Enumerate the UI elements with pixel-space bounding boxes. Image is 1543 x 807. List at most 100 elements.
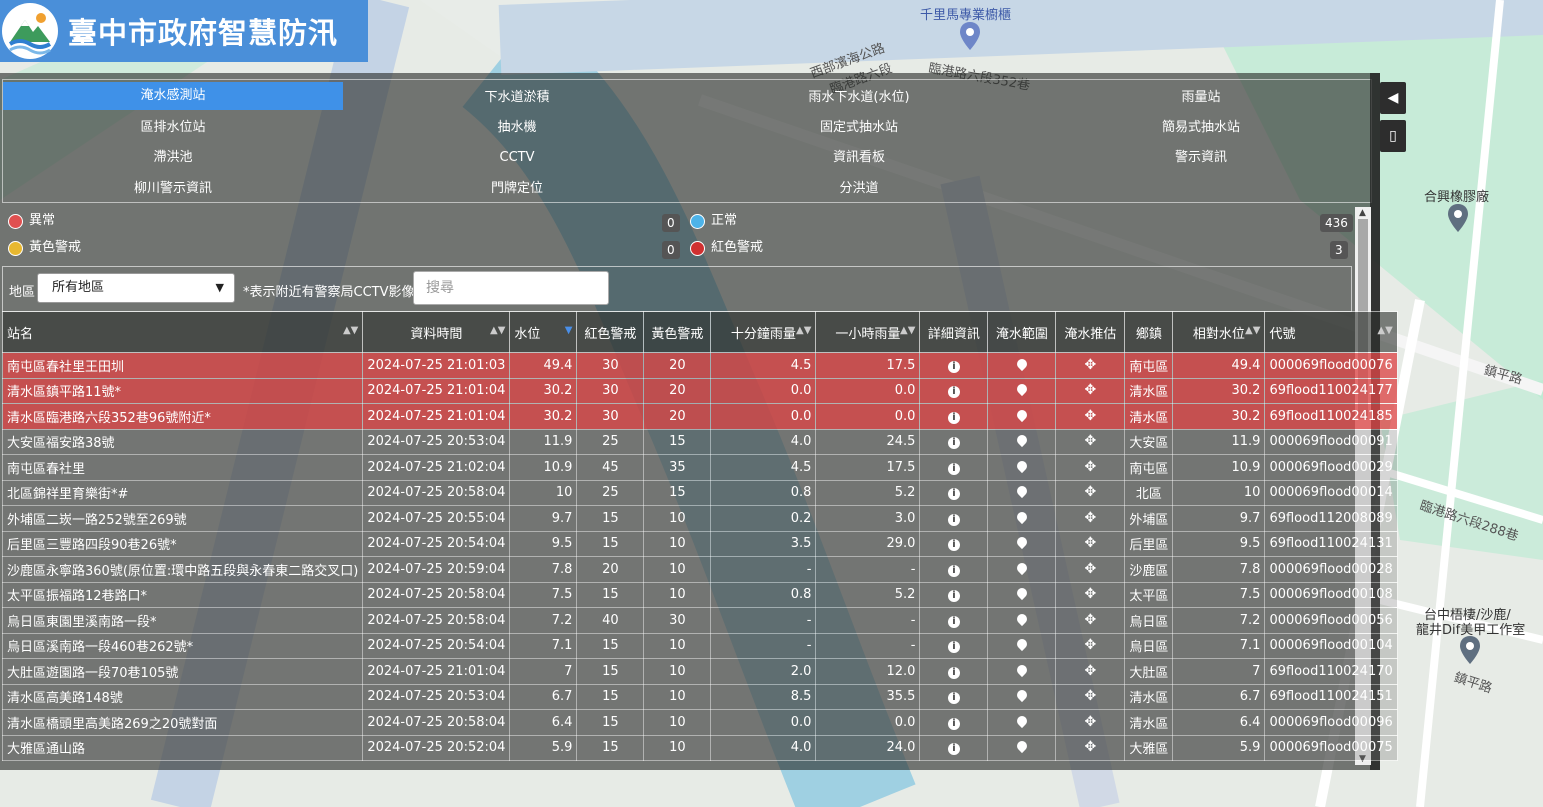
map-pin-icon[interactable] (1014, 637, 1029, 652)
flood-estimate-cell[interactable]: ✥ (1055, 709, 1126, 736)
collapse-panel-button[interactable]: ◀ (1380, 82, 1406, 114)
info-icon[interactable]: i (947, 590, 960, 603)
flood-estimate-cell[interactable]: ✥ (1055, 505, 1126, 532)
flood-estimate-cell[interactable]: ✥ (1055, 352, 1126, 379)
legend-abnormal[interactable]: 異常 (2, 210, 55, 232)
map-pin-icon[interactable] (1014, 586, 1029, 601)
category-info-board[interactable]: 資訊看板 (689, 144, 1029, 172)
info-icon[interactable]: i (947, 462, 960, 475)
legend-red-alert[interactable]: 紅色警戒 (684, 237, 763, 259)
move-arrows-icon[interactable]: ✥ (1085, 740, 1097, 754)
map-pin-icon[interactable] (1014, 356, 1029, 371)
move-arrows-icon[interactable]: ✥ (1085, 383, 1097, 397)
location-pin-icon[interactable] (960, 22, 980, 50)
move-arrows-icon[interactable]: ✥ (1085, 511, 1097, 525)
info-icon[interactable]: i (947, 564, 960, 577)
detail-cell[interactable]: i (919, 403, 989, 430)
station-name-cell[interactable]: 北區錦祥里育樂街*# (1, 479, 364, 506)
detail-cell[interactable]: i (919, 428, 989, 455)
detail-cell[interactable]: i (919, 734, 989, 761)
flood-range-cell[interactable] (987, 556, 1057, 583)
legend-normal[interactable]: 正常 (684, 210, 737, 232)
station-name-cell[interactable]: 大安區福安路38號 (1, 428, 364, 455)
col-rain-1hr[interactable]: 一小時雨量 ▲▼ (815, 311, 921, 353)
detail-cell[interactable]: i (919, 683, 989, 710)
detail-cell[interactable]: i (919, 632, 989, 659)
map-pin-icon[interactable] (1448, 204, 1468, 232)
flood-estimate-cell[interactable]: ✥ (1055, 632, 1126, 659)
flood-range-cell[interactable] (987, 658, 1057, 685)
col-rain-10min[interactable]: 十分鐘雨量 ▲▼ (710, 311, 817, 353)
flood-range-cell[interactable] (987, 479, 1057, 506)
detail-cell[interactable]: i (919, 454, 989, 481)
table-row[interactable]: 后里區三豐路四段90巷26號* 2024-07-25 20:54:04 9.5 15 1… (1, 530, 1398, 557)
col-time[interactable]: 資料時間 ▲▼ (362, 311, 511, 353)
table-row[interactable]: 清水區鎮平路11號* 2024-07-25 21:01:04 30.2 30 20 0.0… (1, 377, 1398, 404)
search-input[interactable]: 搜尋 (413, 271, 609, 305)
legend-yellow-alert[interactable]: 黃色警戒 (2, 237, 81, 259)
table-row[interactable]: 沙鹿區永寧路360號(原位置:環中路五段與永春東二路交叉口) 2024-07-25… (1, 556, 1398, 583)
col-relative-level[interactable]: 相對水位 ▲▼ (1172, 311, 1266, 353)
detail-cell[interactable]: i (919, 658, 989, 685)
move-arrows-icon[interactable]: ✥ (1085, 409, 1097, 423)
move-arrows-icon[interactable]: ✥ (1085, 485, 1097, 499)
station-name-cell[interactable]: 清水區高美路148號 (1, 683, 364, 710)
move-arrows-icon[interactable]: ✥ (1085, 460, 1097, 474)
table-row[interactable]: 烏日區東園里溪南路一段* 2024-07-25 20:58:04 7.2 40 30- -… (1, 607, 1398, 634)
station-name-cell[interactable]: 外埔區二崁一路252號至269號 (1, 505, 364, 532)
station-name-cell[interactable]: 清水區橋頭里高美路269之20號對面 (1, 709, 364, 736)
map-pin-icon[interactable] (1014, 688, 1029, 703)
table-row[interactable]: 北區錦祥里育樂街*# 2024-07-25 20:58:04 10 25 15 0.8 5.… (1, 479, 1398, 506)
info-icon[interactable]: i (947, 437, 960, 450)
flood-range-cell[interactable] (987, 607, 1057, 634)
map-pin-icon[interactable] (1014, 560, 1029, 575)
flood-estimate-cell[interactable]: ✥ (1055, 734, 1126, 761)
category-address-locate[interactable]: 門牌定位 (347, 175, 687, 203)
category-drainage-level[interactable]: 區排水位站 (3, 114, 343, 142)
table-row[interactable]: 清水區高美路148號 2024-07-25 20:53:04 6.7 15 10 8.5 3… (1, 683, 1398, 710)
category-pump[interactable]: 抽水機 (347, 114, 687, 142)
info-icon[interactable]: i (947, 513, 960, 526)
station-name-cell[interactable]: 大雅區通山路 (1, 734, 364, 761)
table-row[interactable]: 南屯區春社里王田圳 2024-07-25 21:01:03 49.4 30 20 4.5 1… (1, 352, 1398, 379)
table-row[interactable]: 烏日區溪南路一段460巷262號* 2024-07-25 20:54:04 7.1 1… (1, 632, 1398, 659)
info-icon[interactable]: i (947, 360, 960, 373)
flood-estimate-cell[interactable]: ✥ (1055, 683, 1126, 710)
category-storm-sewer-level[interactable]: 雨水下水道(水位) (689, 84, 1029, 112)
station-name-cell[interactable]: 清水區臨港路六段352巷96號附近* (1, 403, 364, 430)
category-simple-pump-station[interactable]: 簡易式抽水站 (1031, 114, 1371, 142)
flood-range-cell[interactable] (987, 683, 1057, 710)
move-arrows-icon[interactable]: ✥ (1085, 587, 1097, 601)
col-station-name[interactable]: 站名 ▲▼ (1, 311, 364, 353)
table-row[interactable]: 清水區橋頭里高美路269之20號對面 2024-07-25 20:58:04 6.4… (1, 709, 1398, 736)
flood-estimate-cell[interactable]: ✥ (1055, 377, 1126, 404)
info-icon[interactable]: i (947, 692, 960, 705)
map-pin-icon[interactable] (1014, 611, 1029, 626)
category-flood-diversion[interactable]: 分洪道 (689, 175, 1029, 203)
district-select[interactable]: 所有地區 ▼ (37, 273, 235, 303)
flood-range-cell[interactable] (987, 454, 1057, 481)
map-pin-icon[interactable] (1014, 535, 1029, 550)
detail-cell[interactable]: i (919, 709, 989, 736)
info-icon[interactable]: i (947, 411, 960, 424)
move-arrows-icon[interactable]: ✥ (1085, 434, 1097, 448)
table-row[interactable]: 外埔區二崁一路252號至269號 2024-07-25 20:55:04 9.7 15… (1, 505, 1398, 532)
move-arrows-icon[interactable]: ✥ (1085, 638, 1097, 652)
station-name-cell[interactable]: 烏日區東園里溪南路一段* (1, 607, 364, 634)
category-liuchuan-alert[interactable]: 柳川警示資訊 (3, 175, 343, 203)
flood-range-cell[interactable] (987, 632, 1057, 659)
info-icon[interactable]: i (947, 386, 960, 399)
map-pin-icon[interactable] (1460, 636, 1480, 664)
flood-estimate-cell[interactable]: ✥ (1055, 530, 1126, 557)
toggle-panel-button[interactable]: ▯ (1380, 120, 1406, 152)
flood-estimate-cell[interactable]: ✥ (1055, 479, 1126, 506)
map-pin-icon[interactable] (1014, 739, 1029, 754)
category-flood-sensor[interactable]: 淹水感測站 (3, 82, 343, 110)
table-row[interactable]: 太平區振福路12巷路口* 2024-07-25 20:58:04 7.5 15 10 0.… (1, 581, 1398, 608)
detail-cell[interactable]: i (919, 530, 989, 557)
flood-estimate-cell[interactable]: ✥ (1055, 428, 1126, 455)
station-name-cell[interactable]: 大肚區遊園路一段70巷105號 (1, 658, 364, 685)
flood-estimate-cell[interactable]: ✥ (1055, 607, 1126, 634)
col-red-alert[interactable]: 紅色警戒 (576, 311, 645, 353)
info-icon[interactable]: i (947, 641, 960, 654)
